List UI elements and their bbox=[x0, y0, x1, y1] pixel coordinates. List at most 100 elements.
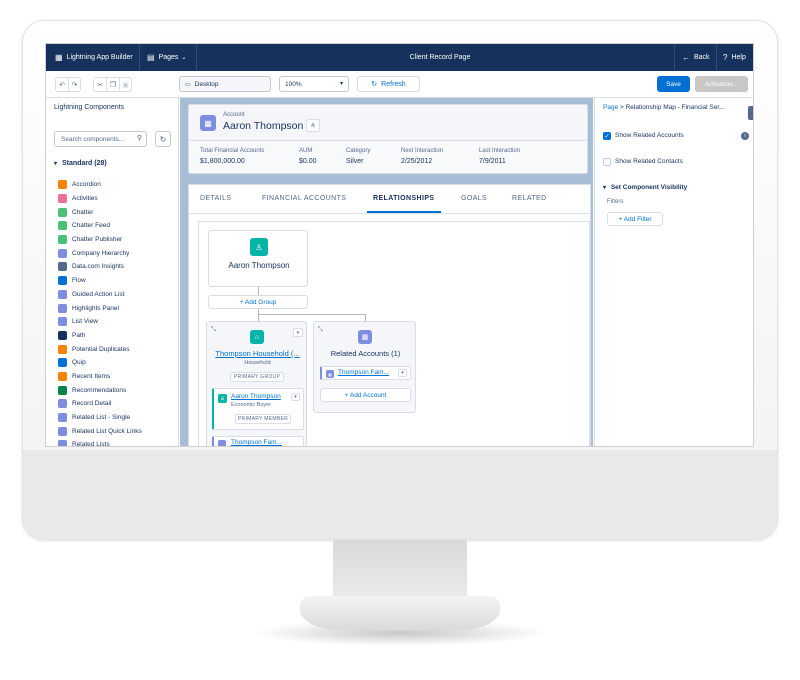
component-list-item[interactable]: Related Lists bbox=[58, 438, 178, 446]
cut-button[interactable]: ✂ bbox=[93, 77, 106, 92]
add-filter-button[interactable]: + Add Filter bbox=[607, 212, 663, 226]
relationship-map[interactable]: ♙ Aaron Thompson + Add Group ⤡ ▾ ⌂ Thomp… bbox=[198, 221, 590, 446]
zoom-select[interactable]: 100% ▾ bbox=[279, 76, 349, 92]
component-icon bbox=[58, 371, 67, 381]
refresh-icon: ↻ bbox=[371, 81, 378, 88]
component-label: Chatter bbox=[72, 208, 94, 216]
back-button[interactable]: ← Back bbox=[682, 44, 710, 71]
scissors-icon: ✂ bbox=[97, 81, 103, 89]
component-list-item[interactable]: Record Detail bbox=[58, 397, 178, 411]
pin-icon: ⤡ bbox=[211, 327, 216, 333]
component-search-input[interactable]: Search components... ⚲ bbox=[54, 131, 147, 147]
household-group-card[interactable]: ⤡ ▾ ⌂ Thompson Household (... Household … bbox=[206, 321, 308, 446]
back-button-label: Back bbox=[694, 54, 710, 61]
hierarchy-button[interactable]: ⋔ bbox=[306, 119, 320, 132]
copy-button[interactable]: ❐ bbox=[106, 77, 119, 92]
component-label: Data.com Insights bbox=[72, 263, 125, 271]
breadcrumb-page-link[interactable]: Page bbox=[603, 104, 618, 111]
component-icon bbox=[58, 221, 67, 231]
tab-related[interactable]: RELATED bbox=[512, 195, 547, 202]
save-button[interactable]: Save bbox=[657, 76, 690, 92]
component-icon bbox=[58, 289, 67, 299]
member-name-link[interactable]: Aaron Thompson bbox=[231, 393, 281, 400]
show-related-contacts-checkbox[interactable] bbox=[603, 158, 611, 166]
component-list-item[interactable]: Potential Duplicates bbox=[58, 342, 178, 356]
help-button[interactable]: ? Help bbox=[723, 44, 746, 71]
activation-button[interactable]: Activation... bbox=[695, 76, 748, 92]
record-tabs-component[interactable]: DETAILS FINANCIAL ACCOUNTS RELATIONSHIPS… bbox=[188, 184, 591, 446]
components-panel: Lightning Components Search components..… bbox=[46, 98, 179, 446]
member-menu-button[interactable]: ▾ bbox=[291, 393, 300, 401]
field-value: 7/9/2011 bbox=[479, 158, 506, 165]
component-list-item[interactable]: Quip bbox=[58, 356, 178, 370]
paste-button[interactable]: ▣ bbox=[119, 77, 132, 92]
chevron-down-icon: ▾ bbox=[296, 329, 300, 336]
primary-contact-node[interactable]: ♙ Aaron Thompson bbox=[208, 230, 308, 287]
component-icon bbox=[58, 276, 67, 286]
component-list-item[interactable]: Path bbox=[58, 329, 178, 343]
related-account-item[interactable]: ▦ Thompson Fam... ▾ bbox=[320, 366, 411, 380]
pages-menu[interactable]: ▤ Pages ⌄ bbox=[147, 44, 186, 71]
component-list-item[interactable]: Highlights Panel bbox=[58, 301, 178, 315]
primary-member-badge: PRIMARY MEMBER bbox=[235, 414, 291, 424]
panel-collapse-tab[interactable] bbox=[748, 106, 753, 120]
component-list-item[interactable]: Chatter bbox=[58, 205, 178, 219]
component-list-item[interactable]: Data.com Insights bbox=[58, 260, 178, 274]
component-list-item[interactable]: Company Hierarchy bbox=[58, 246, 178, 260]
component-icon bbox=[58, 180, 67, 190]
add-account-button[interactable]: + Add Account bbox=[320, 388, 411, 402]
app-header: ▦ Lightning App Builder ▤ Pages ⌄ Client… bbox=[46, 44, 753, 71]
standard-section-toggle[interactable]: ▾ Standard (28) bbox=[54, 160, 107, 167]
component-icon bbox=[58, 262, 67, 272]
member-name-link[interactable]: Thompson Fam... bbox=[231, 439, 282, 446]
component-label: Activities bbox=[72, 195, 98, 203]
household-name-link[interactable]: Thompson Household (... bbox=[207, 349, 308, 358]
component-icon bbox=[58, 358, 67, 368]
highlights-panel[interactable]: ▦ Account Aaron Thompson ⋔ Total Financi… bbox=[188, 104, 588, 174]
pin-icon: ⤡ bbox=[318, 327, 323, 333]
related-accounts-card[interactable]: ⤡ ▦ Related Accounts (1) ▦ Thompson Fam.… bbox=[313, 321, 416, 413]
related-account-menu-button[interactable]: ▾ bbox=[398, 369, 407, 377]
household-member-card[interactable]: Thompson Fam... bbox=[212, 436, 304, 446]
component-list-item[interactable]: List View bbox=[58, 315, 178, 329]
refresh-components-button[interactable]: ↻ bbox=[155, 131, 171, 147]
properties-panel: Page > Relationship Map - Financial Ser.… bbox=[594, 98, 753, 446]
tab-financial-accounts[interactable]: FINANCIAL ACCOUNTS bbox=[262, 195, 346, 202]
component-list-item[interactable]: Recent Items bbox=[58, 370, 178, 384]
undo-button[interactable]: ↶ bbox=[55, 77, 68, 92]
tab-bar: DETAILS FINANCIAL ACCOUNTS RELATIONSHIPS… bbox=[189, 185, 590, 214]
add-group-button[interactable]: + Add Group bbox=[208, 295, 308, 309]
object-label: Account bbox=[223, 112, 245, 118]
primary-contact-name: Aaron Thompson bbox=[228, 261, 290, 270]
contact-icon: ♙ bbox=[250, 238, 268, 256]
component-list-item[interactable]: Related List Quick Links bbox=[58, 424, 178, 438]
device-select[interactable]: ▭ Desktop bbox=[179, 76, 271, 92]
component-label: Record Detail bbox=[72, 400, 112, 408]
group-menu-button[interactable]: ▾ bbox=[293, 328, 303, 337]
related-accounts-title: Related Accounts (1) bbox=[330, 349, 401, 358]
component-icon bbox=[58, 194, 67, 204]
field-label: AUM bbox=[299, 148, 313, 154]
component-label: Accordion bbox=[72, 181, 101, 189]
refresh-button[interactable]: ↻ Refresh bbox=[357, 76, 420, 92]
component-label: Recent Items bbox=[72, 372, 111, 380]
component-list-item[interactable]: Chatter Publisher bbox=[58, 233, 178, 247]
tab-goals[interactable]: GOALS bbox=[461, 195, 487, 202]
tab-relationships[interactable]: RELATIONSHIPS bbox=[373, 195, 434, 202]
redo-button[interactable]: ↷ bbox=[68, 77, 81, 92]
related-account-link[interactable]: Thompson Fam... bbox=[338, 369, 389, 376]
component-list-item[interactable]: Related List - Single bbox=[58, 411, 178, 425]
visibility-section-toggle[interactable]: ▾ Set Component Visibility bbox=[603, 184, 687, 191]
show-related-accounts-checkbox[interactable]: ✓ bbox=[603, 132, 611, 140]
info-icon[interactable]: i bbox=[741, 132, 749, 140]
device-select-value: Desktop bbox=[194, 80, 219, 88]
component-list-item[interactable]: Chatter Feed bbox=[58, 219, 178, 233]
tab-details[interactable]: DETAILS bbox=[200, 195, 231, 202]
component-list-item[interactable]: Recommendations bbox=[58, 383, 178, 397]
component-list-item[interactable]: Flow bbox=[58, 274, 178, 288]
component-list-item[interactable]: Activities bbox=[58, 192, 178, 206]
component-list-item[interactable]: Guided Action List bbox=[58, 288, 178, 302]
household-member-card[interactable]: ♙ Aaron Thompson Economic Buyer PRIMARY … bbox=[212, 388, 304, 430]
product-mockup: ▦ Lightning App Builder ▤ Pages ⌄ Client… bbox=[0, 0, 800, 680]
component-list-item[interactable]: Accordion bbox=[58, 178, 178, 192]
